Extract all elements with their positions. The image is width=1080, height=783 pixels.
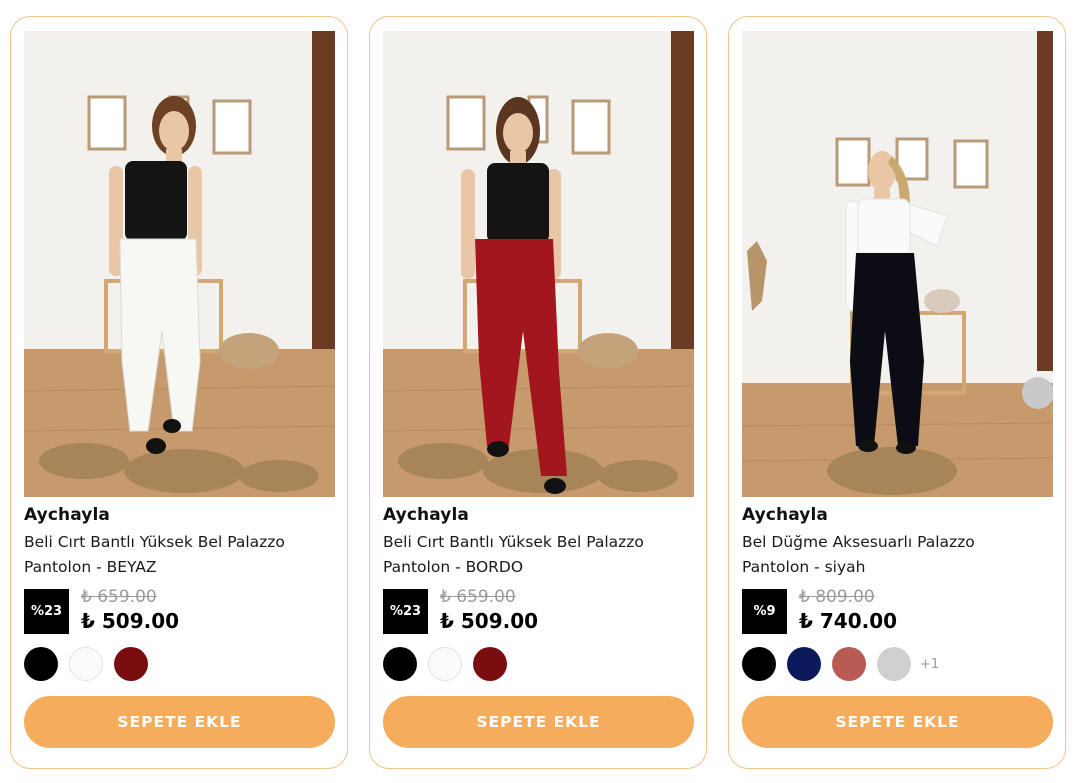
product-card[interactable]: Aychayla Beli Cırt Bantlı Yüksek Bel Pal…	[369, 16, 707, 769]
old-price: ₺ 809.00	[799, 587, 875, 607]
product-photo-illustration	[24, 31, 335, 497]
swatch-maroon[interactable]	[473, 647, 507, 681]
swatch-black[interactable]	[24, 647, 58, 681]
product-image[interactable]	[383, 31, 694, 497]
old-price: ₺ 659.00	[440, 587, 516, 607]
current-price: ₺ 740.00	[799, 609, 898, 633]
product-name[interactable]: Beli Cırt Bantlı Yüksek Bel Palazzo Pant…	[24, 530, 324, 580]
product-image[interactable]	[742, 31, 1053, 497]
old-price: ₺ 659.00	[81, 587, 157, 607]
swatch-white[interactable]	[428, 647, 462, 681]
discount-badge: %9	[742, 589, 787, 634]
add-to-cart-button[interactable]: SEPETE EKLE	[24, 696, 335, 748]
current-price: ₺ 509.00	[81, 609, 180, 633]
color-swatches: +1	[742, 647, 939, 681]
swatch-navy[interactable]	[787, 647, 821, 681]
color-swatches	[24, 647, 148, 681]
discount-badge: %23	[24, 589, 69, 634]
swatch-grey[interactable]	[877, 647, 911, 681]
product-card[interactable]: Aychayla Bel Düğme Aksesuarlı Palazzo Pa…	[728, 16, 1066, 769]
product-photo-illustration	[383, 31, 694, 497]
product-name[interactable]: Bel Düğme Aksesuarlı Palazzo Pantolon - …	[742, 530, 1042, 580]
product-grid: Aychayla Beli Cırt Bantlı Yüksek Bel Pal…	[0, 0, 1080, 783]
swatch-rose[interactable]	[832, 647, 866, 681]
color-swatches	[383, 647, 507, 681]
add-to-cart-button[interactable]: SEPETE EKLE	[383, 696, 694, 748]
swatch-white[interactable]	[69, 647, 103, 681]
discount-badge: %23	[383, 589, 428, 634]
more-colors-link[interactable]: +1	[920, 657, 939, 672]
product-brand: Aychayla	[24, 505, 110, 525]
product-image[interactable]	[24, 31, 335, 497]
product-brand: Aychayla	[383, 505, 469, 525]
current-price: ₺ 509.00	[440, 609, 539, 633]
product-card[interactable]: Aychayla Beli Cırt Bantlı Yüksek Bel Pal…	[10, 16, 348, 769]
swatch-maroon[interactable]	[114, 647, 148, 681]
add-to-cart-button[interactable]: SEPETE EKLE	[742, 696, 1053, 748]
swatch-black[interactable]	[383, 647, 417, 681]
product-name[interactable]: Beli Cırt Bantlı Yüksek Bel Palazzo Pant…	[383, 530, 683, 580]
product-photo-illustration	[742, 31, 1053, 497]
product-brand: Aychayla	[742, 505, 828, 525]
swatch-black[interactable]	[742, 647, 776, 681]
